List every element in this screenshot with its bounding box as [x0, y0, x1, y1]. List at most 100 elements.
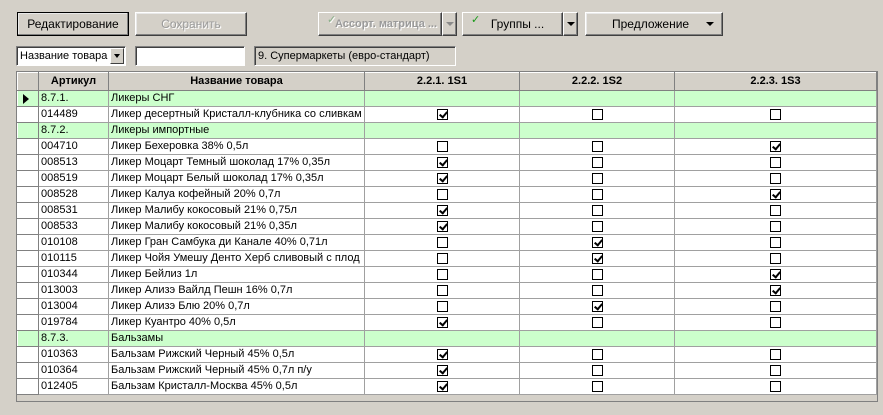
table-row[interactable]: 014489 Ликер десертный Кристалл-клубника … — [17, 106, 877, 123]
store-cell-1[interactable] — [364, 170, 520, 187]
store-cell-2[interactable] — [519, 346, 675, 363]
table-row[interactable]: 010364 Бальзам Рижский Черный 45% 0,7л п/… — [17, 362, 877, 379]
search-field-select[interactable]: Название товара — [16, 46, 126, 66]
groups-split-button[interactable]: ✓ Группы ... — [462, 12, 578, 36]
store-cell-3[interactable] — [674, 218, 877, 235]
group-row[interactable]: 8.7.3. Бальзамы — [17, 330, 877, 347]
row-indicator[interactable] — [17, 170, 39, 187]
checkbox-unchecked[interactable] — [770, 348, 781, 360]
store-cell-2[interactable] — [519, 234, 675, 251]
store-cell-3[interactable] — [674, 170, 877, 187]
article-cell[interactable]: 8.7.2. — [38, 122, 109, 139]
checkbox-checked[interactable] — [770, 188, 781, 200]
checkbox-unchecked[interactable] — [591, 172, 603, 184]
checkbox-unchecked[interactable] — [591, 204, 603, 216]
checkbox-checked[interactable] — [591, 236, 603, 248]
checkbox-checked[interactable] — [770, 140, 781, 152]
store-cell-3[interactable] — [674, 106, 877, 123]
checkbox-unchecked[interactable] — [591, 364, 603, 376]
checkbox-unchecked[interactable] — [436, 140, 448, 152]
assortment-grid[interactable]: Артикул Название товара 2.2.1. 1S1 2.2.2… — [16, 71, 878, 402]
product-name-cell[interactable]: Бальзам Рижский Черный 45% 0,7л п/у — [108, 362, 365, 379]
column-header-1s1[interactable]: 2.2.1. 1S1 — [364, 72, 520, 91]
row-indicator[interactable] — [17, 378, 39, 395]
store-cell-1[interactable] — [364, 138, 520, 155]
article-cell[interactable]: 004710 — [38, 138, 109, 155]
product-name-cell[interactable]: Ликер Бейлиз 1л — [108, 266, 365, 283]
row-indicator[interactable] — [17, 106, 39, 123]
store-cell-2[interactable] — [519, 314, 675, 331]
checkbox-unchecked[interactable] — [436, 268, 448, 280]
table-row[interactable]: 010344 Ликер Бейлиз 1л — [17, 266, 877, 283]
table-row[interactable]: 010108 Ликер Гран Самбука ди Канале 40% 0… — [17, 234, 877, 251]
checkbox-checked[interactable] — [591, 300, 603, 312]
article-cell[interactable]: 014489 — [38, 106, 109, 123]
store-cell-1[interactable] — [364, 202, 520, 219]
table-row[interactable]: 019784 Ликер Куантро 40% 0,5л — [17, 314, 877, 331]
article-cell[interactable]: 008519 — [38, 170, 109, 187]
store-cell-3[interactable] — [674, 314, 877, 331]
table-row[interactable]: 012405 Бальзам Кристалл-Москва 45% 0,5л — [17, 378, 877, 395]
store-cell-3[interactable] — [674, 154, 877, 171]
store-cell-2[interactable] — [519, 266, 675, 283]
table-row[interactable]: 010363 Бальзам Рижский Черный 45% 0,5л — [17, 346, 877, 363]
checkbox-unchecked[interactable] — [770, 172, 781, 184]
row-indicator[interactable] — [17, 250, 39, 267]
article-cell[interactable]: 013003 — [38, 282, 109, 299]
row-indicator[interactable] — [17, 122, 39, 139]
product-name-cell[interactable]: Ликер десертный Кристалл-клубника со сли… — [108, 106, 365, 123]
checkbox-unchecked[interactable] — [436, 252, 448, 264]
chevron-down-icon[interactable] — [110, 48, 124, 64]
product-name-cell[interactable]: Ликер Калуа кофейный 20% 0,7л — [108, 186, 365, 203]
article-cell[interactable]: 019784 — [38, 314, 109, 331]
article-cell[interactable]: 010364 — [38, 362, 109, 379]
article-cell[interactable]: 008533 — [38, 218, 109, 235]
store-cell-3[interactable] — [674, 298, 877, 315]
groups-button[interactable]: ✓ Группы ... — [462, 12, 563, 36]
column-header-1s2[interactable]: 2.2.2. 1S2 — [519, 72, 675, 91]
checkbox-unchecked[interactable] — [770, 108, 781, 120]
store-cell-2[interactable] — [519, 298, 675, 315]
checkbox-unchecked[interactable] — [770, 300, 781, 312]
checkbox-checked[interactable] — [436, 316, 448, 328]
row-indicator[interactable] — [17, 234, 39, 251]
store-cell-1[interactable] — [364, 250, 520, 267]
edit-button[interactable]: Редактирование — [17, 12, 129, 36]
table-row[interactable]: 008533 Ликер Малибу кокосовый 21% 0,35л — [17, 218, 877, 235]
checkbox-checked[interactable] — [436, 108, 448, 120]
row-indicator[interactable] — [17, 90, 39, 107]
article-cell[interactable]: 8.7.3. — [38, 330, 109, 347]
store-cell-1[interactable] — [364, 346, 520, 363]
store-cell-3[interactable] — [674, 138, 877, 155]
store-cell-3[interactable] — [674, 362, 877, 379]
store-cell-1[interactable] — [364, 362, 520, 379]
store-cell-1[interactable] — [364, 106, 520, 123]
store-cell-3[interactable] — [674, 266, 877, 283]
group-name-cell[interactable]: Ликеры СНГ — [108, 90, 365, 107]
article-cell[interactable]: 010108 — [38, 234, 109, 251]
store-cell-3[interactable] — [674, 186, 877, 203]
table-row[interactable]: 008528 Ликер Калуа кофейный 20% 0,7л — [17, 186, 877, 203]
row-indicator[interactable] — [17, 202, 39, 219]
table-row[interactable]: 008513 Ликер Моцарт Темный шоколад 17% 0,… — [17, 154, 877, 171]
table-row[interactable]: 008519 Ликер Моцарт Белый шоколад 17% 0,3… — [17, 170, 877, 187]
checkbox-checked[interactable] — [436, 172, 448, 184]
checkbox-unchecked[interactable] — [591, 268, 603, 280]
row-indicator[interactable] — [17, 298, 39, 315]
product-name-cell[interactable]: Ликер Ализэ Вайлд Пешн 16% 0,7л — [108, 282, 365, 299]
row-indicator[interactable] — [17, 282, 39, 299]
store-cell-2[interactable] — [519, 186, 675, 203]
article-cell[interactable]: 008531 — [38, 202, 109, 219]
checkbox-checked[interactable] — [770, 268, 781, 280]
checkbox-unchecked[interactable] — [436, 188, 448, 200]
checkbox-unchecked[interactable] — [770, 156, 781, 168]
article-cell[interactable]: 010344 — [38, 266, 109, 283]
checkbox-unchecked[interactable] — [436, 236, 448, 248]
checkbox-unchecked[interactable] — [591, 220, 603, 232]
product-name-cell[interactable]: Ликер Ализэ Блю 20% 0,7л — [108, 298, 365, 315]
store-cell-3[interactable] — [674, 346, 877, 363]
assort-matrix-button[interactable]: ✓ Ассорт. матрица ... — [318, 12, 442, 36]
column-header-1s3[interactable]: 2.2.3. 1S3 — [674, 72, 877, 91]
product-name-cell[interactable]: Ликер Гран Самбука ди Канале 40% 0,71л — [108, 234, 365, 251]
product-name-cell[interactable]: Ликер Куантро 40% 0,5л — [108, 314, 365, 331]
